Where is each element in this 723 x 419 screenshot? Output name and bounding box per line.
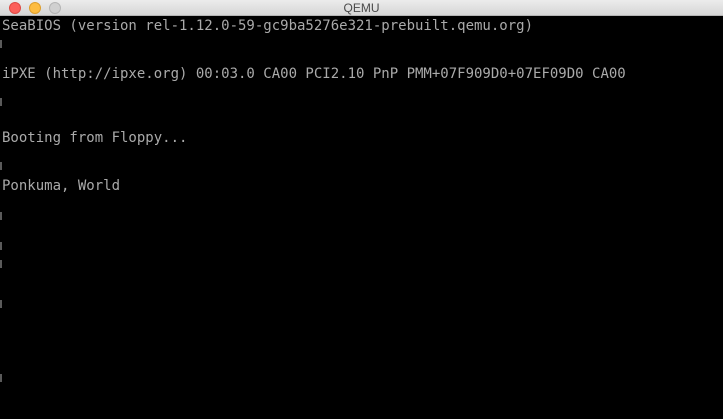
console-edge-artifact (0, 374, 2, 382)
console-line-booting: Booting from Floppy... (2, 130, 188, 146)
console-edge-artifact (0, 40, 2, 48)
console-edge-artifact (0, 98, 2, 106)
qemu-window: QEMU SeaBIOS (version rel-1.12.0-59-gc9b… (0, 0, 723, 419)
console-line-greeting: Ponkuma, World (2, 178, 121, 194)
console-edge-artifact (0, 212, 2, 220)
vm-console-screen[interactable]: SeaBIOS (version rel-1.12.0-59-gc9ba5276… (0, 16, 723, 419)
console-line-ipxe: iPXE (http://ipxe.org) 00:03.0 CA00 PCI2… (2, 66, 626, 82)
console-edge-artifact (0, 162, 2, 170)
window-title: QEMU (343, 1, 380, 15)
console-edge-artifact (0, 260, 2, 268)
title-bar[interactable]: QEMU (0, 0, 723, 16)
console-edge-artifact (0, 300, 2, 308)
console-edge-artifact (0, 242, 2, 250)
console-line-seabios: SeaBIOS (version rel-1.12.0-59-gc9ba5276… (2, 18, 534, 34)
